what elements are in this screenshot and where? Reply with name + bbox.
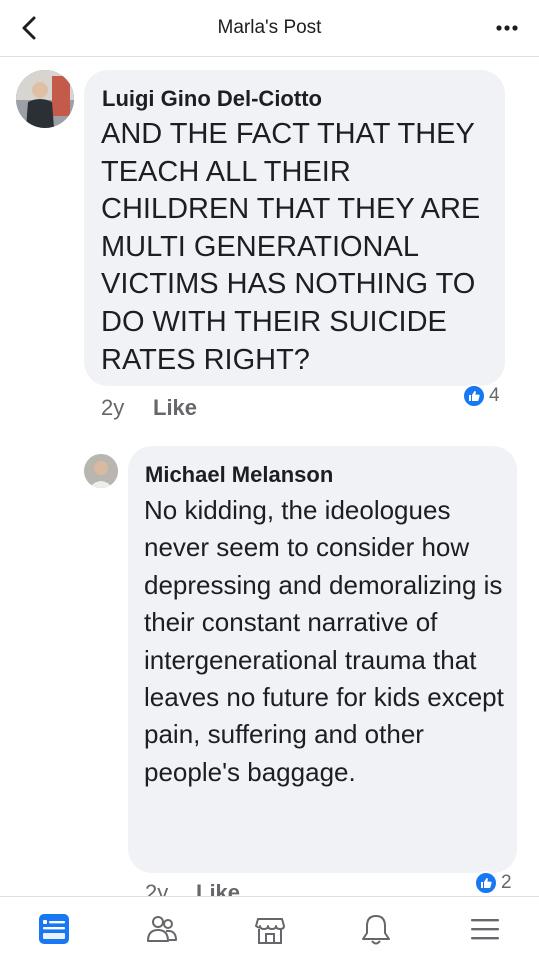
news-feed-icon	[39, 914, 69, 944]
more-horizontal-icon[interactable]	[493, 18, 521, 38]
reply-bubble: Michael Melanson No kidding, the ideolog…	[128, 446, 517, 873]
avatar[interactable]	[16, 70, 74, 128]
comment-author[interactable]: Michael Melanson	[145, 462, 333, 488]
comment-author[interactable]: Luigi Gino Del-Ciotto	[102, 86, 322, 112]
menu-icon	[471, 919, 499, 940]
reaction-count: 2	[501, 872, 512, 893]
friends-icon	[147, 916, 177, 942]
avatar[interactable]	[84, 454, 118, 488]
thumbs-up-icon	[474, 871, 498, 895]
tab-friends[interactable]	[144, 911, 180, 947]
page-title: Marla's Post	[217, 17, 322, 38]
reaction-summary[interactable]: 4	[462, 384, 500, 408]
marketplace-icon	[255, 918, 285, 944]
like-button[interactable]: Like	[153, 395, 197, 421]
notifications-bell-icon	[362, 915, 390, 945]
reaction-summary[interactable]: 2	[474, 871, 512, 895]
bottom-tab-bar	[0, 896, 539, 961]
comment-text: No kidding, the ideologues never seem to…	[144, 495, 504, 787]
comment-bubble: Luigi Gino Del-Ciotto AND THE FACT THAT …	[84, 70, 505, 386]
comment-text: AND THE FACT THAT THEY TEACH ALL THEIR C…	[101, 118, 481, 376]
reaction-count: 4	[489, 385, 500, 406]
tab-menu[interactable]	[467, 911, 503, 947]
thumbs-up-icon	[462, 384, 486, 408]
tab-notifications[interactable]	[358, 911, 394, 947]
tab-marketplace[interactable]	[252, 911, 288, 947]
post-header: Marla's Post	[0, 0, 539, 57]
profile-photo-icon	[16, 70, 74, 128]
comment-timestamp: 2y	[101, 395, 125, 420]
tab-news-feed[interactable]	[36, 911, 72, 947]
profile-photo-icon	[84, 454, 118, 488]
